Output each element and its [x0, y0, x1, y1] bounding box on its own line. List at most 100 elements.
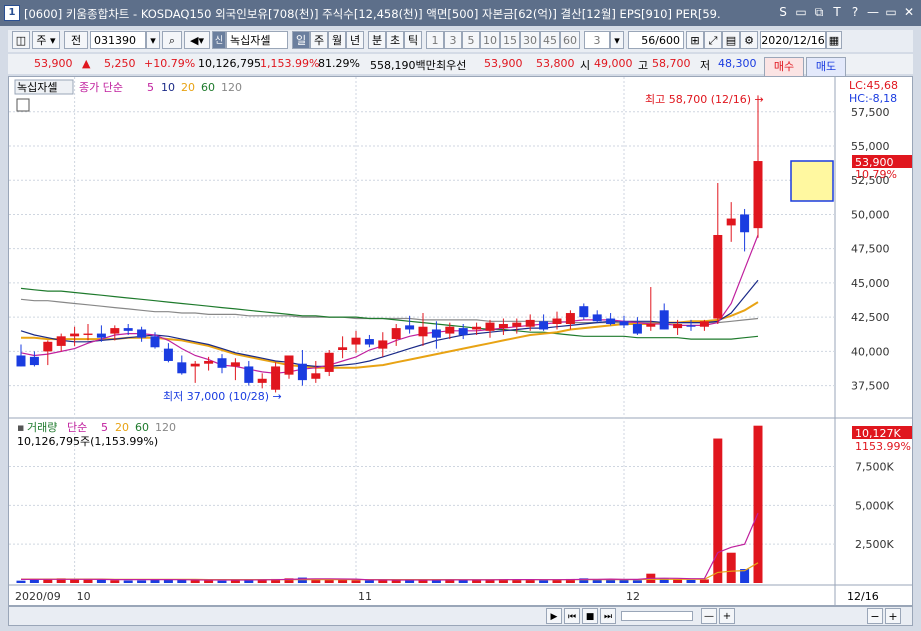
step-select[interactable]: 3	[584, 31, 610, 49]
volume-bar	[110, 580, 120, 583]
open-label: 시	[580, 59, 591, 72]
volume-bar	[83, 579, 93, 583]
candle-body	[324, 352, 334, 372]
price-y-tick-label: 45,000	[851, 277, 890, 290]
minute-30-button[interactable]: 30	[520, 31, 540, 49]
zoom-in-small-button[interactable]: +	[719, 608, 735, 624]
calendar-icon[interactable]: ▦	[826, 31, 842, 49]
x-tick-label: 10	[77, 590, 91, 603]
candle-body	[96, 333, 106, 338]
buy-button[interactable]: 매수	[764, 57, 804, 77]
type-select-label: 주	[36, 34, 47, 47]
period-week-tab[interactable]: 주	[310, 31, 328, 49]
stock-name-field[interactable]: 녹십자셀	[226, 31, 288, 49]
data-count-field[interactable]: 56/600	[628, 31, 684, 49]
minimize-icon[interactable]: —	[865, 4, 881, 20]
scroll-first-button[interactable]: ⏮	[564, 608, 580, 624]
x-tick-label: 2020/09	[15, 590, 61, 603]
gear-icon[interactable]: ⚙	[740, 31, 758, 49]
order-marker-box[interactable]	[790, 160, 834, 202]
save-icon[interactable]: ▤	[722, 31, 740, 49]
copy-window-icon[interactable]: ⧉	[811, 4, 827, 20]
open-price: 49,000	[594, 57, 633, 70]
candle-body	[646, 323, 656, 327]
low-label: 저	[700, 59, 711, 72]
price-y-tick-label: 50,000	[851, 208, 890, 221]
candle-body	[726, 218, 736, 226]
volume-bar	[699, 579, 709, 583]
current-price: 53,900	[34, 57, 73, 70]
chart-area[interactable]: 37,500 40,000 42,500 45,000 47,500 50,000 5 2,5…	[8, 76, 913, 606]
period-minute-tab[interactable]: 분	[368, 31, 386, 49]
candle-body	[632, 323, 642, 334]
period-year-tab[interactable]: 년	[346, 31, 364, 49]
search-icon[interactable]: ⌕	[162, 31, 182, 49]
type-select[interactable]: 주 ▾	[32, 31, 60, 49]
code-dropdown-icon[interactable]: ▾	[146, 31, 160, 49]
x-tick-label: 12	[626, 590, 640, 603]
sell-button[interactable]: 매도	[806, 57, 846, 77]
candle-body	[699, 321, 709, 327]
chart-scrollbar[interactable]: ▶ ⏮ ■ ⏭ — + − +	[8, 606, 913, 626]
candle-body	[673, 323, 683, 329]
minute-15-button[interactable]: 15	[500, 31, 520, 49]
volume-bar	[753, 425, 763, 583]
candle-body	[338, 347, 348, 351]
zoom-out-button[interactable]: −	[867, 608, 883, 624]
moving-average-lines	[20, 234, 759, 374]
sound-icon[interactable]: ◀▾	[184, 31, 210, 49]
tools-icon[interactable]: ⊞	[686, 31, 704, 49]
maximize-icon[interactable]: ▭	[883, 4, 899, 20]
price-ma20-line	[21, 301, 759, 369]
minute-5-button[interactable]: 5	[462, 31, 480, 49]
text-icon[interactable]: T	[829, 4, 845, 20]
calculator-icon[interactable]	[16, 98, 30, 112]
period-month-tab[interactable]: 월	[328, 31, 346, 49]
date-input[interactable]: 2020/12/16	[760, 31, 826, 49]
volume-bar	[96, 579, 106, 583]
minute-10-button[interactable]: 10	[480, 31, 500, 49]
minute-3-button[interactable]: 3	[444, 31, 462, 49]
price-y-tick-label: 55,000	[851, 140, 890, 153]
zoom-slider-track[interactable]	[621, 611, 693, 621]
stock-chart[interactable]: 37,500 40,000 42,500 45,000 47,500 50,000 5 2,5…	[9, 77, 912, 605]
candle-body	[753, 161, 763, 229]
minute-45-button[interactable]: 45	[540, 31, 560, 49]
price-ma20-legend: 20	[181, 81, 195, 94]
candle-body	[257, 378, 267, 383]
period-day-tab[interactable]: 일	[292, 31, 310, 49]
zoom-in-button[interactable]: +	[885, 608, 901, 624]
minute-1-button[interactable]: 1	[426, 31, 444, 49]
price-ma5-line	[20, 234, 759, 374]
bid-price: 53,800	[536, 57, 575, 70]
candle-body	[686, 325, 696, 327]
scroll-play-button[interactable]: ▶	[546, 608, 562, 624]
candle-body	[190, 363, 200, 367]
candle-body	[244, 366, 254, 383]
zoom-out-small-button[interactable]: —	[701, 608, 717, 624]
close-icon[interactable]: ✕	[901, 4, 917, 20]
restore-icon[interactable]: ▭	[793, 4, 809, 20]
layout-icon[interactable]: ◫	[12, 31, 30, 49]
scroll-stop-button[interactable]: ■	[582, 608, 598, 624]
candle-body	[592, 314, 602, 322]
stock-code-input[interactable]: 031390	[90, 31, 146, 49]
candle-body	[163, 348, 173, 361]
candle-body	[539, 321, 549, 330]
scroll-last-button[interactable]: ⏭	[600, 608, 616, 624]
screen-link-icon[interactable]: S	[775, 4, 791, 20]
prev-button[interactable]: 전	[64, 31, 88, 49]
candle-body	[217, 358, 227, 368]
line-tool-icon[interactable]: ⤢	[704, 31, 722, 49]
period-tick-tab[interactable]: 틱	[404, 31, 422, 49]
window-controls: S ▭ ⧉ T ? — ▭ ✕	[775, 4, 917, 20]
period-second-tab[interactable]: 초	[386, 31, 404, 49]
volume-legend-label: 거래량	[27, 421, 57, 434]
volume-bar	[726, 552, 736, 583]
step-dropdown-icon[interactable]: ▾	[610, 31, 624, 49]
candle-body	[364, 339, 374, 345]
help-icon[interactable]: ?	[847, 4, 863, 20]
minute-60-button[interactable]: 60	[560, 31, 580, 49]
volume-bar	[29, 579, 39, 583]
candle-body	[713, 234, 723, 319]
